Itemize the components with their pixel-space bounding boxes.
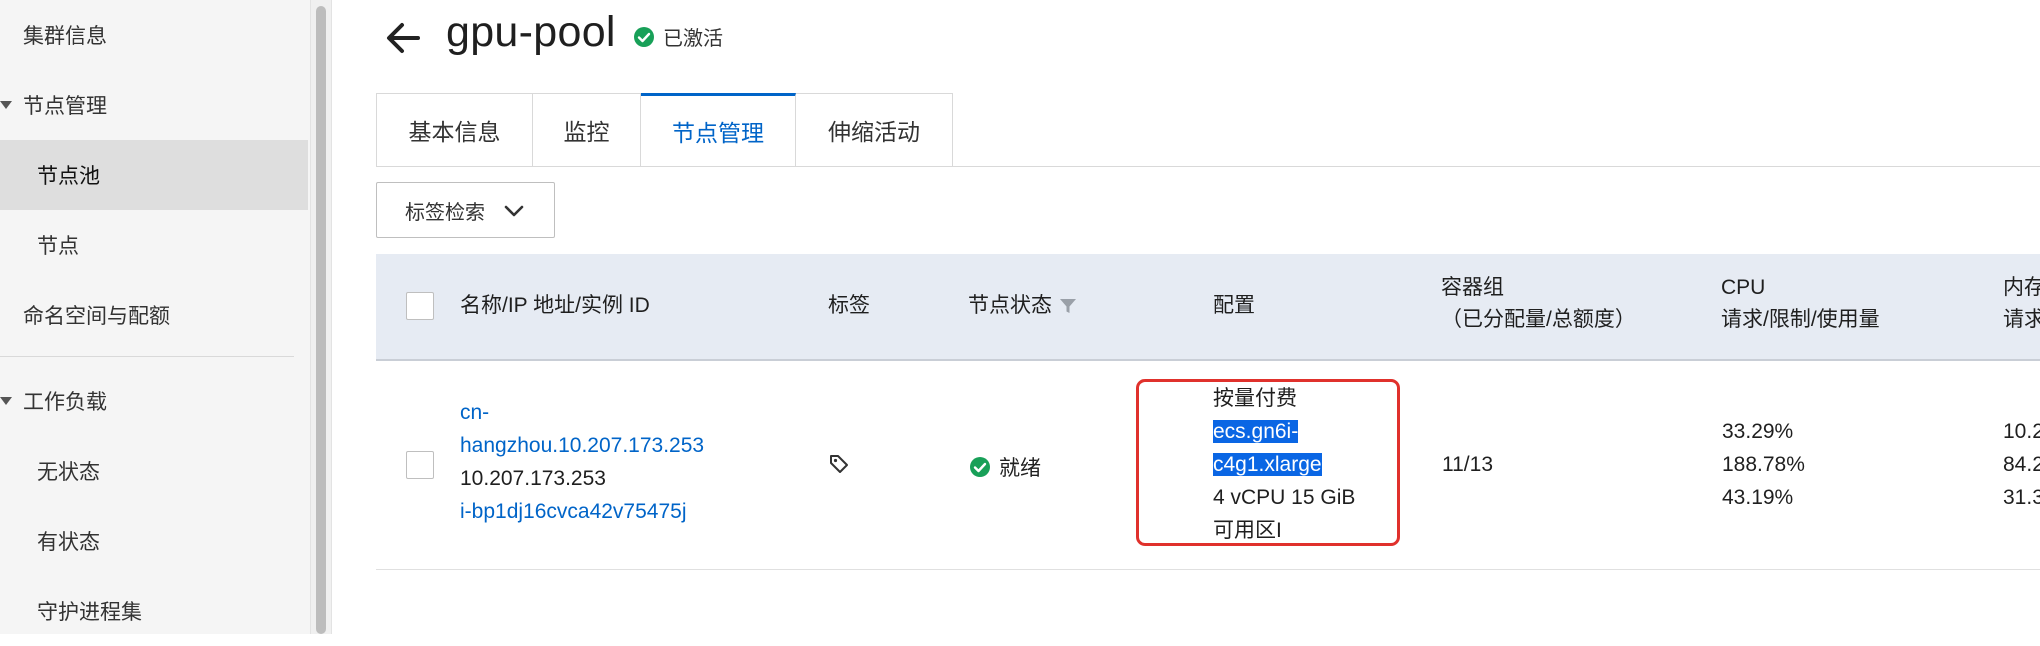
cpu-usage: 43.19% <box>1722 486 1794 509</box>
tab-scaling-activity[interactable]: 伸缩活动 <box>796 93 953 167</box>
column-header-memory: 内存 请求 <box>2003 272 2040 336</box>
sidebar-item-label: 节点 <box>37 235 79 258</box>
sidebar-item-deployments[interactable]: 无状态 <box>0 436 308 506</box>
check-circle-icon <box>970 457 990 477</box>
tab-bar: 基本信息 监控 节点管理 伸缩活动 <box>376 93 953 167</box>
sidebar-item-node-management[interactable]: 节点管理 <box>0 70 308 140</box>
column-header-status-label: 节点状态 <box>968 294 1052 317</box>
column-header-memory-line2: 请求 <box>2003 308 2040 331</box>
node-status: 就绪 <box>969 452 1041 482</box>
column-header-status: 节点状态 <box>968 290 1078 322</box>
sidebar-item-nodes[interactable]: 节点 <box>0 210 308 280</box>
sidebar-item-label: 节点管理 <box>23 95 107 118</box>
page-title: gpu-pool <box>446 8 616 56</box>
sidebar: 集群信息 节点管理 节点池 节点 命名空间与配额 工作负载 无状态 有状态 守护… <box>0 0 310 634</box>
sidebar-item-label: 节点池 <box>37 165 100 188</box>
memory-usage: 31.3 <box>2003 486 2040 509</box>
sidebar-item-daemonsets[interactable]: 守护进程集 <box>0 576 308 646</box>
tab-node-management[interactable]: 节点管理 <box>641 93 796 167</box>
column-header-tags: 标签 <box>828 294 870 317</box>
tag-search-dropdown[interactable]: 标签检索 <box>376 182 555 238</box>
instance-id-link[interactable]: i-bp1dj16cvca42v75475j <box>460 495 704 528</box>
column-header-pods-line2: （已分配量/总额度） <box>1441 308 1636 331</box>
column-header-pods-line1: 容器组 <box>1441 276 1504 299</box>
sidebar-item-node-pool[interactable]: 节点池 <box>0 140 308 210</box>
memory-limit: 84.2 <box>2003 453 2040 476</box>
column-header-cpu-line1: CPU <box>1721 276 1766 299</box>
caret-down-icon <box>0 101 12 109</box>
tab-basic-info[interactable]: 基本信息 <box>376 93 533 167</box>
check-circle-icon <box>634 26 654 47</box>
tab-divider <box>952 166 2040 167</box>
column-header-config: 配置 <box>1213 294 1255 317</box>
node-name-link-line2[interactable]: hangzhou.10.207.173.253 <box>460 429 704 462</box>
sidebar-item-label: 有状态 <box>37 531 100 554</box>
pods-count: 11/13 <box>1442 453 1493 476</box>
cpu-cell: 33.29% 188.78% 43.19% <box>1722 415 1805 514</box>
row-divider <box>376 569 2040 570</box>
sidebar-item-statefulsets[interactable]: 有状态 <box>0 506 308 576</box>
chevron-down-icon <box>504 205 524 217</box>
status-text: 已激活 <box>663 28 723 50</box>
row-checkbox[interactable] <box>406 451 434 479</box>
memory-request: 10.2 <box>2003 420 2040 443</box>
sidebar-item-label: 工作负载 <box>23 391 107 414</box>
tag-search-label: 标签检索 <box>405 201 485 224</box>
sidebar-divider <box>0 356 294 357</box>
table-header: 名称/IP 地址/实例 ID 标签 节点状态 配置 容器组 （已分配量/总额度）… <box>376 254 2040 361</box>
status-badge: 已激活 <box>633 22 723 51</box>
tab-monitoring[interactable]: 监控 <box>533 93 641 167</box>
caret-down-icon <box>0 397 12 405</box>
back-arrow-icon[interactable] <box>380 14 428 62</box>
sidebar-item-namespaces[interactable]: 命名空间与配额 <box>0 280 308 350</box>
filter-icon[interactable] <box>1058 296 1078 316</box>
node-name-link-line1[interactable]: cn- <box>460 396 704 429</box>
sidebar-item-label: 集群信息 <box>23 25 107 48</box>
sidebar-item-label: 无状态 <box>37 461 100 484</box>
config-highlight-box <box>1136 379 1400 546</box>
column-header-memory-line1: 内存 <box>2003 276 2040 299</box>
column-header-pods: 容器组 （已分配量/总额度） <box>1441 272 1636 336</box>
memory-cell: 10.2 84.2 31.3 <box>2003 415 2040 514</box>
node-ip: 10.207.173.253 <box>460 467 606 490</box>
sidebar-item-cluster-info[interactable]: 集群信息 <box>0 0 308 70</box>
select-all-checkbox[interactable] <box>406 292 434 320</box>
sidebar-scrollbar-thumb[interactable] <box>316 6 326 634</box>
sidebar-item-label: 守护进程集 <box>37 601 142 624</box>
column-header-name: 名称/IP 地址/实例 ID <box>460 294 650 317</box>
node-status-text: 就绪 <box>999 457 1041 480</box>
cpu-limit: 188.78% <box>1722 453 1805 476</box>
column-header-cpu-line2: 请求/限制/使用量 <box>1721 308 1880 331</box>
sidebar-item-label: 命名空间与配额 <box>23 305 170 328</box>
sidebar-item-workloads[interactable]: 工作负载 <box>0 366 308 436</box>
tag-icon[interactable] <box>828 453 850 475</box>
column-header-cpu: CPU 请求/限制/使用量 <box>1721 272 1880 336</box>
node-name-cell: cn- hangzhou.10.207.173.253 10.207.173.2… <box>460 396 704 528</box>
cpu-request: 33.29% <box>1722 420 1794 443</box>
